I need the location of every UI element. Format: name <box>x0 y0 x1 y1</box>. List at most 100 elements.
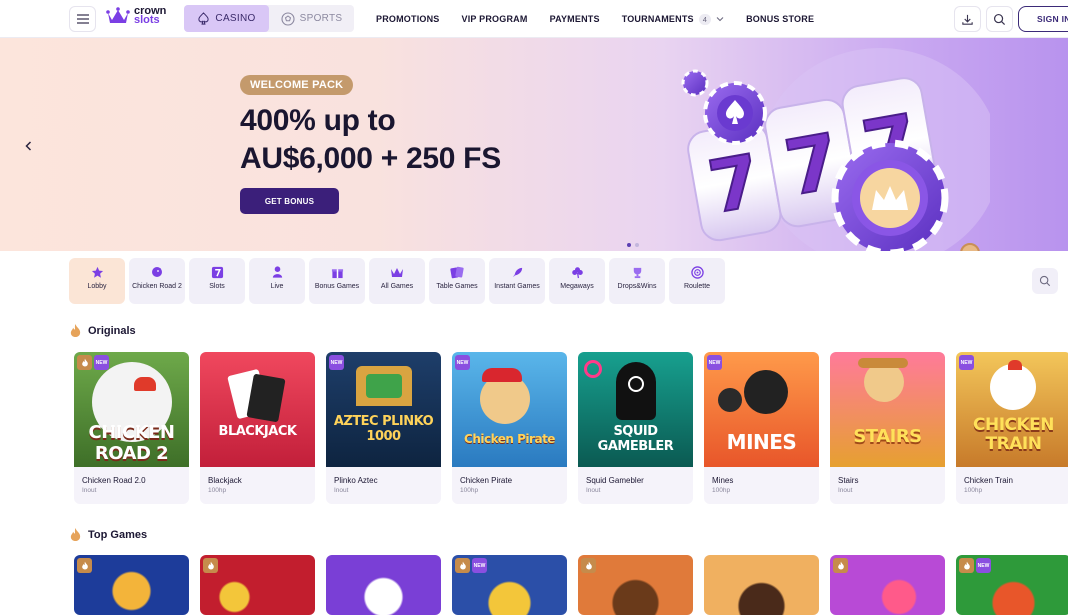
hot-badge <box>455 558 470 573</box>
game-card[interactable]: Chicken Pirate NEW Chicken Pirate 100hp <box>452 352 567 504</box>
game-thumbnail[interactable]: CHICKEN TRAIN NEW <box>956 352 1068 467</box>
game-thumbnail[interactable] <box>326 555 441 615</box>
star-icon <box>90 265 104 279</box>
game-thumbnail[interactable]: NEW <box>956 555 1068 615</box>
top-games-row: NEW NEW <box>74 555 1068 615</box>
category-label: Bonus Games <box>314 283 360 290</box>
menu-button[interactable] <box>69 6 96 32</box>
crown-icon <box>106 7 130 23</box>
new-badge: NEW <box>707 355 722 370</box>
game-card[interactable]: NEW <box>956 555 1068 615</box>
new-badge: NEW <box>329 355 344 370</box>
game-thumbnail[interactable]: MINES NEW <box>704 352 819 467</box>
game-name: Chicken Train <box>964 476 1013 485</box>
game-card[interactable]: CHICKEN TRAIN NEW Chicken Train 100hp <box>956 352 1068 504</box>
flame-icon <box>70 528 81 541</box>
game-card[interactable]: SQUID GAMEBLER Squid Gamebler Inout <box>578 352 693 504</box>
game-card[interactable]: NEW <box>452 555 567 615</box>
mode-tabs: CASINO SPORTS <box>184 5 354 32</box>
category-label: Roulette <box>683 283 711 290</box>
game-card[interactable] <box>200 555 315 615</box>
category-table-games[interactable]: Table Games <box>429 258 485 304</box>
tab-sports[interactable]: SPORTS <box>269 5 354 32</box>
game-card[interactable] <box>326 555 441 615</box>
originals-games-row: CHICKEN ROAD 2 NEW Chicken Road 2.0 Inou… <box>74 352 1068 504</box>
hero-dot-2[interactable] <box>635 243 639 247</box>
flame-icon <box>459 561 466 570</box>
nav-payments[interactable]: PAYMENTS <box>550 14 600 24</box>
chevron-down-icon <box>716 17 724 22</box>
game-name: Squid Gamebler <box>586 476 644 485</box>
game-card[interactable]: CHICKEN ROAD 2 NEW Chicken Road 2.0 Inou… <box>74 352 189 504</box>
category-label: All Games <box>380 283 414 290</box>
game-thumbnail[interactable] <box>578 555 693 615</box>
flame-icon <box>585 561 592 570</box>
game-thumbnail[interactable] <box>74 555 189 615</box>
game-card[interactable] <box>830 555 945 615</box>
spade-icon <box>198 12 210 25</box>
game-thumbnail[interactable] <box>830 555 945 615</box>
get-bonus-button[interactable]: GET BONUS <box>240 188 339 214</box>
game-thumbnail[interactable]: BLACKJACK <box>200 352 315 467</box>
category-label: Lobby <box>87 283 107 290</box>
game-thumbnail[interactable]: NEW <box>452 555 567 615</box>
game-thumbnail[interactable]: STAIRS <box>830 352 945 467</box>
game-search-button[interactable] <box>1032 268 1058 294</box>
flame-icon <box>207 561 214 570</box>
category-lobby[interactable]: Lobby <box>69 258 125 304</box>
hero-dot-1[interactable] <box>627 243 631 247</box>
nav-bonus-store[interactable]: BONUS STORE <box>746 14 814 24</box>
category-all-games[interactable]: All Games <box>369 258 425 304</box>
game-card[interactable]: MINES NEW Mines 100hp <box>704 352 819 504</box>
game-card[interactable] <box>74 555 189 615</box>
game-provider: 100hp <box>964 487 983 494</box>
game-card[interactable]: BLACKJACK Blackjack 100hp <box>200 352 315 504</box>
nav-vip-label: VIP PROGRAM <box>461 14 528 24</box>
nav-vip-program[interactable]: VIP PROGRAM <box>462 14 528 24</box>
game-thumbnail[interactable] <box>704 555 819 615</box>
originals-title-text: Originals <box>88 324 136 337</box>
category-instant-games[interactable]: Instant Games <box>489 258 545 304</box>
nav-promotions[interactable]: PROMOTIONS <box>376 14 440 24</box>
hero-prev-button[interactable] <box>18 136 38 156</box>
category-bonus-games[interactable]: Bonus Games <box>309 258 365 304</box>
category-drops-wins[interactable]: Drops&Wins <box>609 258 665 304</box>
nav-tournaments[interactable]: TOURNAMENTS 4 <box>622 13 724 25</box>
category-slots[interactable]: Slots <box>189 258 245 304</box>
trophy-icon <box>630 265 644 279</box>
sign-in-button[interactable]: SIGN IN <box>1018 6 1068 32</box>
game-card[interactable] <box>578 555 693 615</box>
download-icon <box>962 14 973 25</box>
main-nav: PROMOTIONS VIP PROGRAM PAYMENTS TOURNAME… <box>376 0 836 38</box>
category-label: Chicken Road 2 <box>132 283 182 290</box>
roulette-icon <box>690 265 704 279</box>
download-button[interactable] <box>954 6 981 32</box>
category-label: Instant Games <box>494 283 540 290</box>
game-card[interactable]: AZTEC PLINKO 1000 NEW Plinko Aztec Inout <box>326 352 441 504</box>
game-thumbnail[interactable]: CHICKEN ROAD 2 NEW <box>74 352 189 467</box>
game-thumbnail[interactable]: Chicken Pirate NEW <box>452 352 567 467</box>
game-card[interactable]: STAIRS Stairs Inout <box>830 352 945 504</box>
originals-section-title: Originals <box>69 323 136 338</box>
hero-title: 400% up to AU$6,000 + 250 FS <box>240 102 501 178</box>
category-label: Slots <box>209 283 225 290</box>
game-art-title: AZTEC PLINKO 1000 <box>333 414 434 444</box>
chevron-left-icon <box>24 141 31 151</box>
logo[interactable]: crown slots <box>106 6 166 26</box>
top-games-section-title: Top Games <box>69 527 147 542</box>
game-card[interactable] <box>704 555 819 615</box>
game-thumbnail[interactable]: AZTEC PLINKO 1000 NEW <box>326 352 441 467</box>
category-megaways[interactable]: Megaways <box>549 258 605 304</box>
category-roulette[interactable]: Roulette <box>669 258 725 304</box>
game-provider: Inout <box>82 487 97 494</box>
flame-icon <box>837 561 844 570</box>
category-chicken-road-2[interactable]: Chicken Road 2 <box>129 258 185 304</box>
game-thumbnail[interactable] <box>200 555 315 615</box>
hero-banner: WELCOME PACK 400% up to AU$6,000 + 250 F… <box>0 38 1068 251</box>
category-live[interactable]: Live <box>249 258 305 304</box>
hot-badge <box>77 558 92 573</box>
search-button[interactable] <box>986 6 1013 32</box>
tab-casino[interactable]: CASINO <box>184 5 269 32</box>
game-provider: 100hp <box>712 487 731 494</box>
game-thumbnail[interactable]: SQUID GAMEBLER <box>578 352 693 467</box>
